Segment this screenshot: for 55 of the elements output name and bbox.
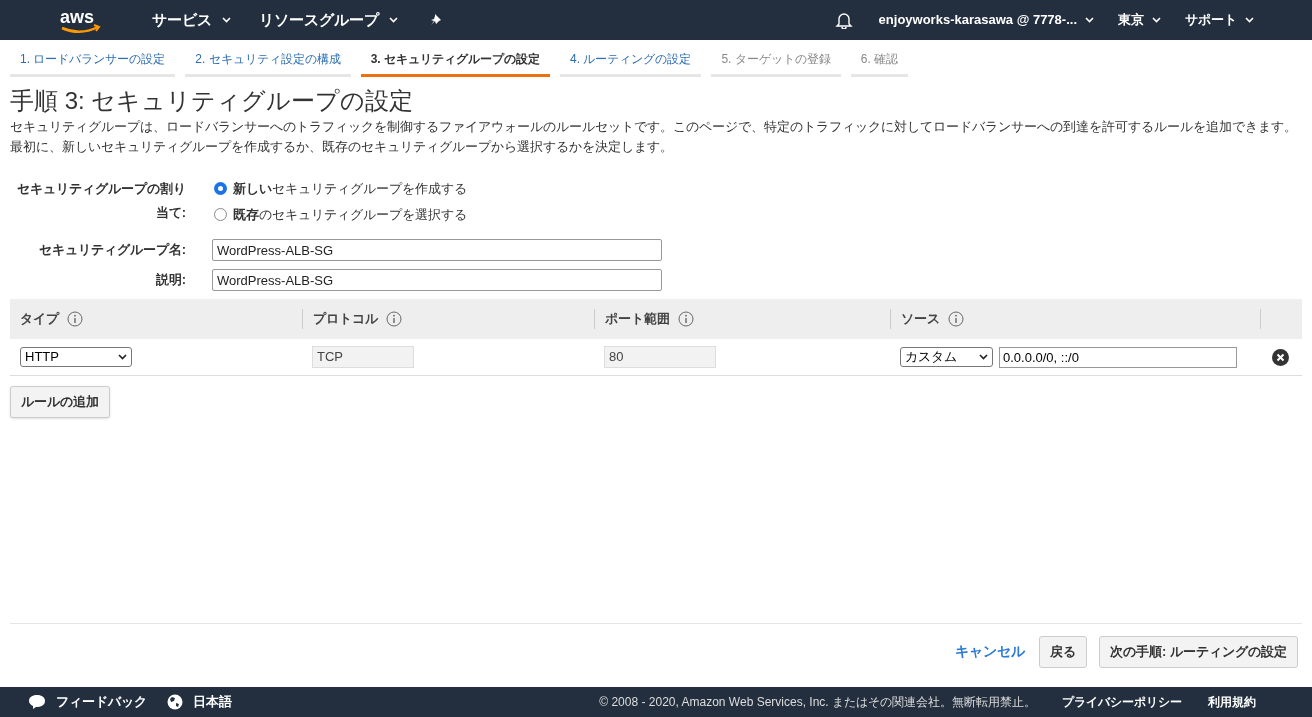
column-header: プロトコル xyxy=(313,310,378,329)
field-label: 説明: xyxy=(154,271,187,290)
caret-icon xyxy=(1152,17,1161,23)
aws-logo[interactable]: aws xyxy=(58,6,104,34)
pin-icon[interactable] xyxy=(430,13,444,27)
field-label: セキュリティグループ名: xyxy=(37,241,187,260)
globe-icon[interactable] xyxy=(167,694,183,710)
input-field[interactable]: WordPress-ALB-SG xyxy=(212,269,662,291)
language-link[interactable]: 日本語 xyxy=(193,692,232,712)
source-select[interactable]: カスタム xyxy=(900,347,993,367)
step-tab[interactable]: 1. ロードバランサーの設定 xyxy=(10,50,176,77)
radio-label: 新しいセキュリティグループを作成する xyxy=(233,180,467,198)
caret-icon xyxy=(222,17,231,23)
step-tab[interactable]: 3. セキュリティグループの設定 xyxy=(360,50,551,77)
radio-button[interactable] xyxy=(214,182,227,196)
step-tab[interactable]: 4. ルーティングの設定 xyxy=(560,50,702,77)
column-header: ポート範囲 xyxy=(605,310,670,329)
remove-icon[interactable] xyxy=(1272,348,1289,366)
radio-label: 既存のセキュリティグループを選択する xyxy=(233,205,467,224)
info-icon[interactable] xyxy=(678,311,694,327)
caret-icon xyxy=(1085,17,1094,23)
cancel-link[interactable]: キャンセル xyxy=(955,641,1026,662)
page-description: セキュリティグループは、ロードバランサーへのトラフィックを制御するファイアウォールのルールセットです。このページで、特定のトラフィックに対してロードバランサーへの到達を許可するルールを追加できます。最初に、新しいセキュリティグループを作成するか、既存のセキュリティグループから選択するかを決定します。 xyxy=(10,118,1298,156)
caret-icon xyxy=(389,17,398,23)
info-icon[interactable] xyxy=(386,311,402,327)
copyright-text: © 2008 - 2020, Amazon Web Services, Inc. またはその関連会社。無断転用禁止。 xyxy=(599,694,1036,711)
feedback-link[interactable]: フィードバック xyxy=(56,692,147,712)
bell-icon[interactable] xyxy=(834,11,853,29)
account-menu[interactable]: enjoyworks-karasawa @ 7778-... xyxy=(878,10,1094,30)
step-tab[interactable]: 2. セキュリティ設定の構成 xyxy=(185,50,351,77)
port-range-field: 80 xyxy=(604,346,716,368)
nav-menu[interactable]: リソースグループ xyxy=(259,8,398,32)
back-button[interactable]: 戻る xyxy=(1039,635,1088,668)
protocol-field: TCP xyxy=(312,346,414,368)
region-menu[interactable]: 東京 xyxy=(1118,10,1161,30)
caret-icon xyxy=(118,354,127,360)
add-rule-button[interactable]: ルールの追加 xyxy=(10,386,110,418)
column-header: タイプ xyxy=(20,310,59,329)
radio-button[interactable] xyxy=(214,207,227,221)
caret-icon xyxy=(1245,17,1254,23)
type-select[interactable]: HTTP xyxy=(20,347,132,367)
input-field[interactable]: WordPress-ALB-SG xyxy=(212,239,662,261)
privacy-link[interactable]: プライバシーポリシー xyxy=(1062,693,1182,711)
next-step-button[interactable]: 次の手順: ルーティングの設定 xyxy=(1099,635,1298,668)
info-icon[interactable] xyxy=(67,311,83,327)
support-menu[interactable]: サポート xyxy=(1185,10,1254,30)
field-label: セキュリティグループの割り当て: xyxy=(16,180,187,222)
caret-icon xyxy=(979,354,988,360)
terms-link[interactable]: 利用規約 xyxy=(1208,693,1256,711)
column-header: ソース xyxy=(901,310,940,329)
page-title: 手順 3: セキュリティグループの設定 xyxy=(10,87,415,115)
source-field[interactable]: 0.0.0.0/0, ::/0 xyxy=(999,346,1237,368)
speech-bubble-icon[interactable] xyxy=(28,694,46,710)
nav-menu[interactable]: サービス xyxy=(152,8,231,32)
info-icon[interactable] xyxy=(948,311,964,327)
